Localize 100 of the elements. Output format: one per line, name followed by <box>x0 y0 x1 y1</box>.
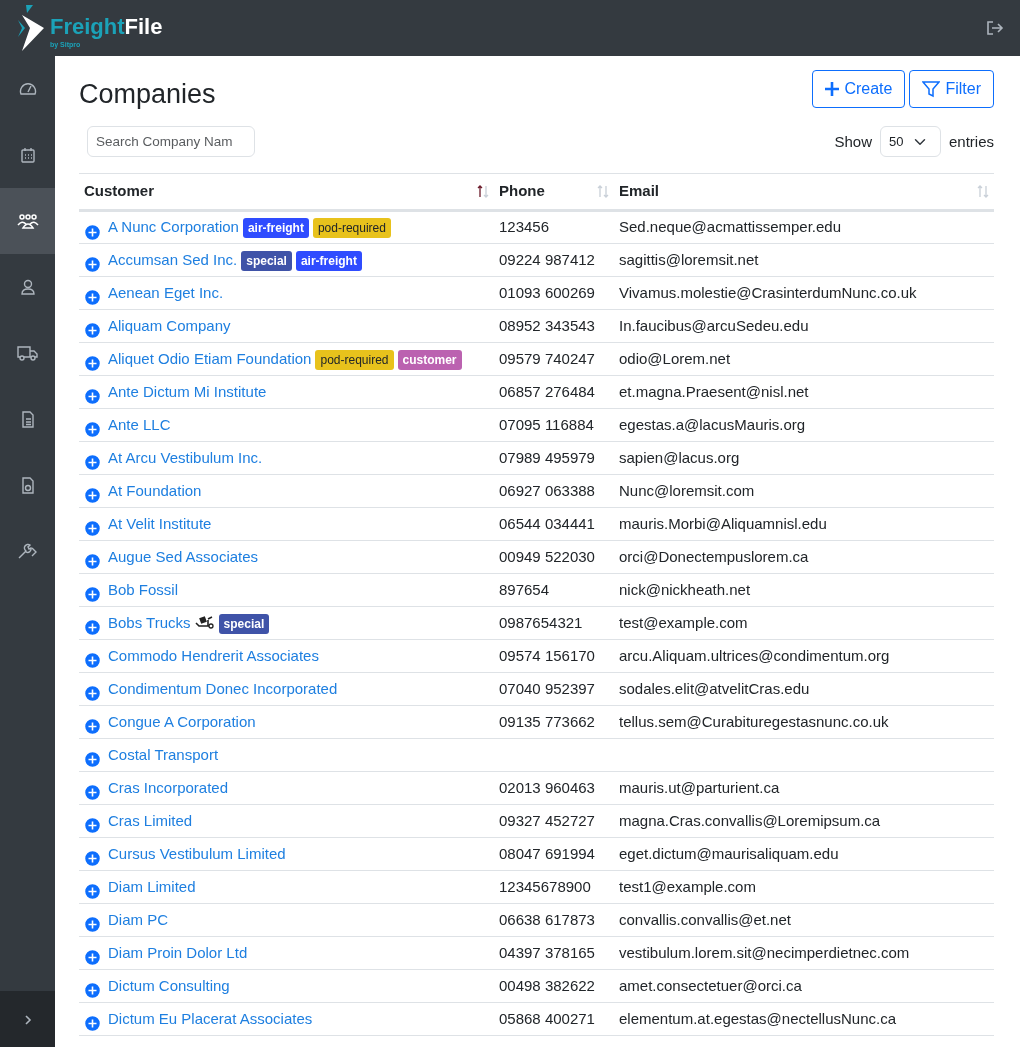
company-link[interactable]: Cras Incorporated <box>108 778 229 796</box>
company-link[interactable]: Diam Limited <box>108 877 196 895</box>
column-header[interactable]: Email <box>614 173 994 211</box>
company-link[interactable]: Costal Transport <box>108 745 219 763</box>
company-link[interactable]: Commodo Hendrerit Associates <box>108 646 319 664</box>
show-label: Show <box>834 131 872 152</box>
phone-text: 0987654321 <box>499 613 583 631</box>
sidebar-item[interactable] <box>0 188 55 254</box>
email-text: test1@example.com <box>619 877 756 895</box>
email-text: mauris.Morbi@Aliquamnisl.edu <box>619 514 827 532</box>
company-link[interactable]: At Arcu Vestibulum Inc. <box>108 448 263 466</box>
company-link[interactable]: Congue A Corporation <box>108 712 256 730</box>
wrench-code-icon <box>16 542 39 560</box>
email-text: arcu.Aliquam.ultrices@condimentum.org <box>619 646 890 664</box>
email-text: Sed.neque@acmattissemper.edu <box>619 218 842 236</box>
email-text: eget.dictum@maurisaliquam.edu <box>619 844 839 862</box>
tag-badge: air-freight <box>295 250 362 271</box>
phone-text: 08952 343543 <box>499 316 595 334</box>
email-text: magna.Cras.convallis@Loremipsum.ca <box>619 811 881 829</box>
tag-badge: special <box>218 613 270 634</box>
brand-name: Freight <box>50 14 125 40</box>
company-link[interactable]: Dictum Consulting <box>108 976 230 994</box>
company-link[interactable]: Bob Fossil <box>108 580 179 598</box>
email-text: vestibulum.lorem.sit@necimperdietnec.com <box>619 943 910 961</box>
company-link[interactable]: At Velit Institute <box>108 514 212 532</box>
tag-badge: air-freight <box>242 218 309 239</box>
filter-button[interactable]: Filter <box>909 70 994 108</box>
user-icon <box>19 278 36 296</box>
people-icon <box>16 213 39 229</box>
document-icon <box>20 410 35 428</box>
email-text: sodales.elit@atvelitCras.edu <box>619 679 810 697</box>
phone-text: 09574 156170 <box>499 646 595 664</box>
email-text: sagittis@loremsit.net <box>619 250 759 268</box>
phone-text: 04397 378165 <box>499 943 595 961</box>
email-text: Vivamus.molestie@CrasinterdumNunc.co.uk <box>619 283 917 301</box>
company-link[interactable]: Accumsan Sed Inc. <box>108 250 238 268</box>
phone-text: 09224 987412 <box>499 250 595 268</box>
phone-text: 07989 495979 <box>499 448 595 466</box>
email-text: egestas.a@lacusMauris.org <box>619 415 806 433</box>
email-text: amet.consectetuer@orci.ca <box>619 976 802 994</box>
entries-select[interactable]: 50 <box>879 126 941 158</box>
chart-document-icon <box>20 476 35 494</box>
tag-badge: pod-required <box>312 218 391 239</box>
calendar-icon <box>19 146 36 164</box>
company-link[interactable]: Augue Sed Associates <box>108 547 259 565</box>
phone-text: 09327 452727 <box>499 811 595 829</box>
email-text: nick@nickheath.net <box>619 580 751 598</box>
create-button[interactable]: Create <box>812 70 906 108</box>
phone-text: 123456 <box>499 218 550 236</box>
tag-badge: pod-required <box>315 349 394 370</box>
phone-text: 08047 691994 <box>499 844 595 862</box>
email-text: mauris.ut@parturient.ca <box>619 778 780 796</box>
email-text: In.faucibus@arcuSedeu.edu <box>619 316 809 334</box>
phone-text: 09579 740247 <box>499 349 595 367</box>
company-link[interactable]: At Foundation <box>108 481 202 499</box>
company-link[interactable]: Dictum Eu Placerat Associates <box>108 1009 313 1027</box>
company-link[interactable]: Bobs Trucks <box>108 613 191 631</box>
email-text: elementum.at.egestas@nectellusNunc.ca <box>619 1009 897 1027</box>
search-field[interactable]: Search Company Nam <box>87 126 255 158</box>
email-text: et.magna.Praesent@nisl.net <box>619 382 809 400</box>
email-text: Nunc@loremsit.com <box>619 481 755 499</box>
email-text: tellus.sem@Curabituregestasnunc.co.uk <box>619 712 889 730</box>
company-link[interactable]: Diam PC <box>108 910 168 928</box>
tag-badge: customer <box>397 349 462 370</box>
phone-text: 00498 382622 <box>499 976 595 994</box>
company-link[interactable]: Condimentum Donec Incorporated <box>108 679 338 697</box>
company-link[interactable]: Cursus Vestibulum Limited <box>108 844 286 862</box>
plus-icon <box>825 82 840 96</box>
logout-icon[interactable] <box>986 20 1004 36</box>
email-text: orci@Donectempuslorem.ca <box>619 547 809 565</box>
phone-text: 07095 116884 <box>499 415 594 433</box>
column-header[interactable]: Phone <box>494 173 614 211</box>
entries-label: entries <box>948 131 994 152</box>
page-title: Companies <box>79 78 216 111</box>
phone-text: 00949 522030 <box>499 547 595 565</box>
chevron-right-icon <box>22 1013 33 1026</box>
phone-text: 06927 063388 <box>499 481 595 499</box>
email-text: sapien@lacus.org <box>619 448 740 466</box>
phone-text: 06544 034441 <box>499 514 595 532</box>
company-link[interactable]: Ante Dictum Mi Institute <box>108 382 267 400</box>
tag-badge: special <box>241 250 292 271</box>
company-link[interactable]: Aliquam Company <box>108 316 231 334</box>
company-link[interactable]: Aliquet Odio Etiam Foundation <box>108 349 312 367</box>
phone-text: 01093 600269 <box>499 283 595 301</box>
phone-text: 05868 400271 <box>499 1009 595 1027</box>
brand-name-suffix: File <box>124 14 163 40</box>
company-link[interactable]: A Nunc Corporation <box>108 218 239 236</box>
column-header[interactable]: Customer <box>79 173 494 211</box>
truck-icon <box>16 345 39 361</box>
email-text: odio@Lorem.net <box>619 349 731 367</box>
company-link[interactable]: Diam Proin Dolor Ltd <box>108 943 248 961</box>
email-text: convallis.convallis@et.net <box>619 910 791 928</box>
company-link[interactable]: Cras Limited <box>108 811 193 829</box>
email-text: test@example.com <box>619 613 748 631</box>
company-link[interactable]: Aenean Eget Inc. <box>108 283 224 301</box>
company-link[interactable]: Ante LLC <box>108 415 171 433</box>
phone-text: 06638 617873 <box>499 910 595 928</box>
phone-text: 09135 773662 <box>499 712 595 730</box>
phone-text: 06857 276484 <box>499 382 595 400</box>
phone-text: 07040 952397 <box>499 679 595 697</box>
